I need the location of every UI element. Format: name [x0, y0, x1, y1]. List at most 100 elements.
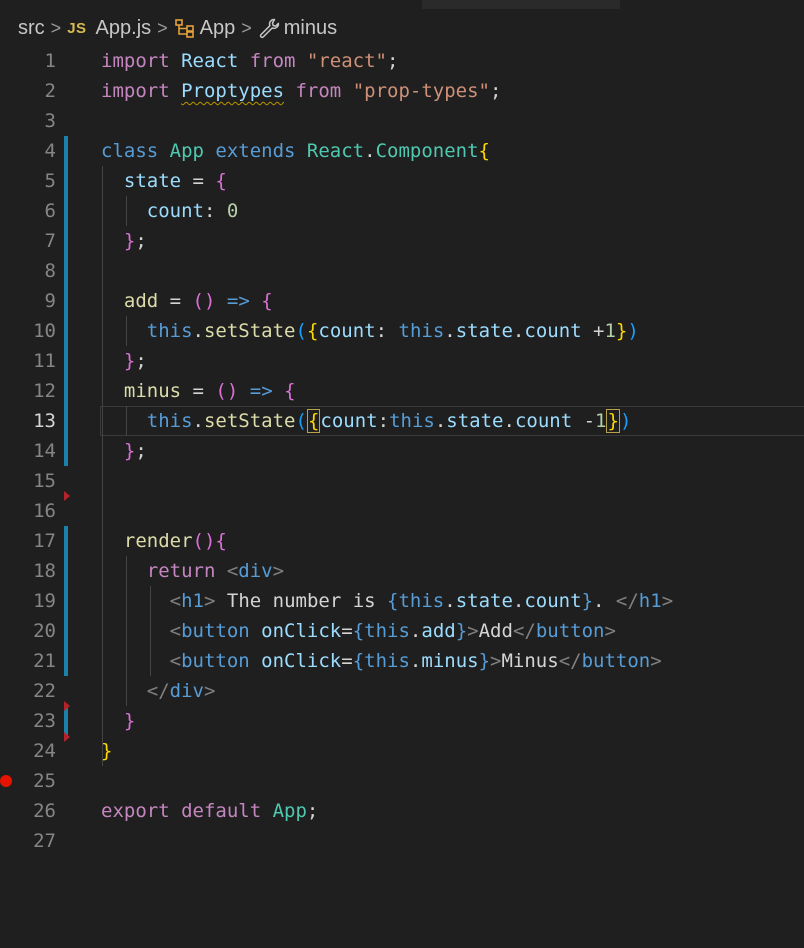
code-text: };: [101, 346, 147, 376]
code-line[interactable]: 12 minus = () => {: [0, 376, 804, 406]
code-token: state: [455, 590, 513, 612]
code-token: minus: [123, 380, 193, 402]
breadcrumb-class[interactable]: App: [174, 17, 235, 40]
breadcrumb-folder-label: src: [18, 16, 45, 39]
code-line[interactable]: 10 this.setState({count: this.state.coun…: [0, 316, 804, 346]
code-token: >: [604, 620, 616, 642]
code-token: App: [169, 140, 216, 162]
code-token: this: [364, 620, 410, 642]
code-line[interactable]: 2 import Proptypes from "prop-types";: [0, 76, 804, 106]
code-line[interactable]: 14 };: [0, 436, 804, 466]
code-line[interactable]: 6 count: 0: [0, 196, 804, 226]
code-token: }: [606, 409, 620, 433]
code-token: .: [434, 410, 447, 432]
code-line[interactable]: 26 export default App;: [0, 796, 804, 826]
code-token: (: [295, 320, 307, 342]
code-text: render(){: [101, 526, 227, 556]
code-token: -: [583, 410, 596, 432]
code-line[interactable]: 27: [0, 826, 804, 856]
code-token: this: [146, 410, 193, 432]
code-text: <h1> The number is {this.state.count}. <…: [101, 586, 674, 616]
line-number: 13: [33, 410, 56, 432]
line-number: 7: [44, 230, 56, 252]
line-number: 27: [33, 830, 56, 852]
code-token: {: [306, 320, 319, 342]
code-line[interactable]: 22 </div>: [0, 676, 804, 706]
line-number: 12: [33, 380, 56, 402]
code-line[interactable]: 23 }: [0, 706, 804, 736]
code-token: >: [490, 650, 502, 672]
line-number: 3: [44, 110, 56, 132]
code-line[interactable]: 1 import React from "react";: [0, 46, 804, 76]
code-token: (): [192, 290, 216, 312]
code-text: </div>: [101, 676, 216, 706]
code-token: .: [512, 590, 525, 612]
code-line[interactable]: 19 <h1> The number is {this.state.count}…: [0, 586, 804, 616]
code-token: "react": [306, 50, 387, 72]
line-number: 23: [33, 710, 56, 732]
code-token: .: [364, 140, 376, 162]
code-token: count: [318, 320, 376, 342]
line-number: 6: [44, 200, 56, 222]
code-token: </: [146, 680, 170, 702]
code-token: state: [455, 320, 513, 342]
line-number: 11: [33, 350, 56, 372]
line-number: 15: [33, 470, 56, 492]
code-line[interactable]: 15: [0, 466, 804, 496]
code-token: {: [352, 620, 365, 642]
code-line[interactable]: 21 <button onClick={this.minus}>Minus</b…: [0, 646, 804, 676]
code-token: return: [146, 560, 227, 582]
code-token: ;: [135, 350, 147, 372]
code-token: div: [169, 680, 204, 702]
breadcrumb: src > JS App.js > App > minus: [18, 14, 337, 42]
line-number: 20: [33, 620, 56, 642]
code-token: .: [192, 320, 204, 342]
code-line[interactable]: 5 state = {: [0, 166, 804, 196]
code-line[interactable]: 8: [0, 256, 804, 286]
code-token: class: [101, 140, 170, 162]
code-token: this: [389, 410, 435, 432]
code-line[interactable]: 3: [0, 106, 804, 136]
code-line[interactable]: 25: [0, 766, 804, 796]
breadcrumb-folder[interactable]: src: [18, 17, 45, 40]
code-token: >: [272, 560, 285, 582]
code-token: {: [352, 650, 365, 672]
code-token: 0: [226, 200, 239, 222]
code-token: <: [169, 590, 182, 612]
code-text: this.setState({count:this.state.count -1…: [101, 406, 631, 436]
code-line[interactable]: 11 };: [0, 346, 804, 376]
code-line[interactable]: 17 render(){: [0, 526, 804, 556]
code-token: ): [627, 320, 639, 342]
code-token: >: [467, 620, 479, 642]
breadcrumb-method[interactable]: minus: [258, 17, 337, 40]
code-line[interactable]: 20 <button onClick={this.add}>Add</butto…: [0, 616, 804, 646]
chevron-right-icon: >: [241, 17, 252, 38]
line-number: 21: [33, 650, 56, 672]
code-token: <: [169, 620, 182, 642]
code-line[interactable]: 16: [0, 496, 804, 526]
code-line[interactable]: 7 };: [0, 226, 804, 256]
code-editor[interactable]: 1 import React from "react"; 2 import Propt…: [0, 46, 804, 948]
code-token: ;: [489, 80, 502, 102]
code-token: :: [377, 410, 390, 432]
code-line[interactable]: 9 add = () => {: [0, 286, 804, 316]
code-line[interactable]: 18 return <div>: [0, 556, 804, 586]
code-line[interactable]: 4 class App extends React.Component{: [0, 136, 804, 166]
code-token: "prop-types": [352, 80, 490, 102]
code-text: }: [101, 736, 112, 766]
line-number: 17: [33, 530, 56, 552]
code-token: onClick: [261, 650, 342, 672]
code-line[interactable]: 13 this.setState({count:this.state.count…: [0, 406, 804, 436]
code-token: ;: [387, 50, 399, 72]
code-line[interactable]: 24}: [0, 736, 804, 766]
breadcrumb-file[interactable]: JS App.js: [67, 17, 151, 40]
